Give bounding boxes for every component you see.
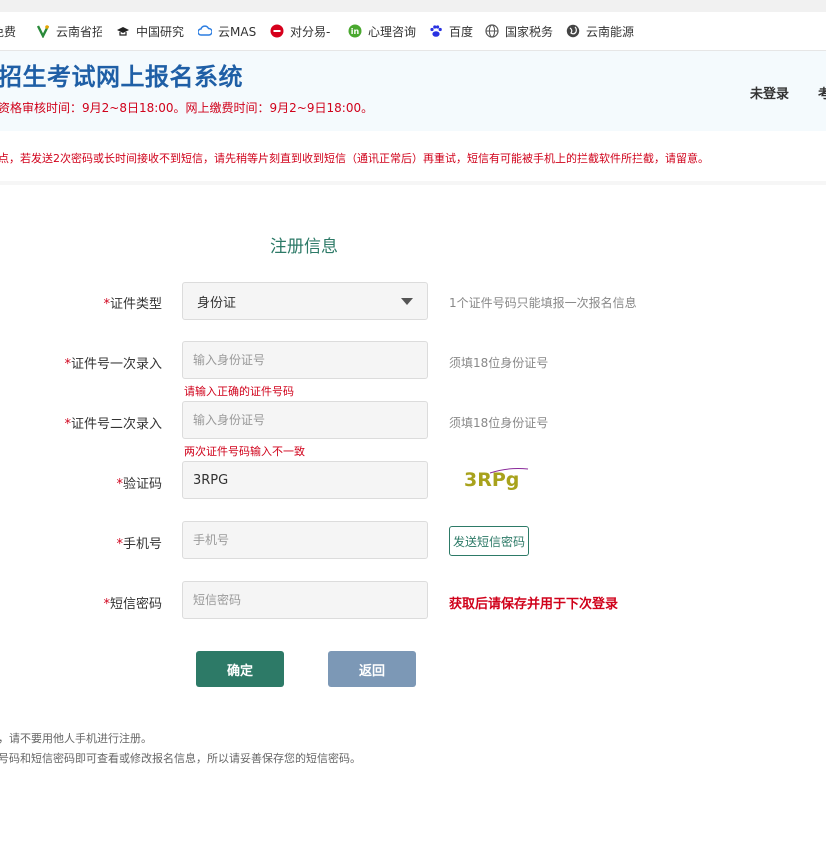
bookmark-0[interactable]: 免费 — [0, 12, 22, 50]
id-second-error: 两次证件号码输入不一致 — [184, 445, 305, 458]
bookmark-6[interactable]: 百度 — [429, 12, 477, 50]
schedule-notice: 资格审核时间：9月2~8日18:00。网上缴费时间：9月2~9日18:00。 — [0, 101, 374, 115]
chevron-down-icon — [401, 297, 413, 305]
green-in-logo-icon: in — [348, 24, 362, 38]
bookmark-label: 云南省招 — [56, 24, 102, 39]
phone-input[interactable] — [182, 521, 428, 559]
bookmark-2[interactable]: 中国研究 — [116, 12, 184, 50]
bookmark-label: 免费 — [0, 24, 17, 39]
globe-dark-icon — [566, 24, 580, 38]
form-title: 注册信息 — [270, 237, 338, 257]
red-circle-logo-icon — [270, 24, 284, 38]
bookmarks-bar: 免费 云南省招 中国研究 云MAS 对分易- in 心理咨询 百度 — [0, 12, 826, 51]
id-type-select[interactable]: 身份证 — [182, 282, 428, 320]
id-first-input[interactable] — [182, 341, 428, 379]
id-type-value: 身份证 — [197, 295, 237, 311]
id-type-label: *证件类型 — [103, 297, 162, 312]
svg-text:in: in — [351, 27, 360, 36]
sms-notice-bar: 点，若发送2次密码或长时间接收不到短信，请先稍等片刻直到收到短信（通讯正常后）再… — [0, 131, 826, 182]
bookmark-4[interactable]: 对分易- — [270, 12, 336, 50]
footer-note-1: ，请不要用他人手机进行注册。 — [0, 732, 152, 745]
login-status[interactable]: 未登录 — [750, 83, 789, 102]
sms-save-warning: 获取后请保存并用于下次登录 — [449, 597, 619, 612]
browser-top-strip — [0, 0, 826, 12]
bookmark-3[interactable]: 云MAS — [198, 12, 258, 50]
bookmark-8[interactable]: 云南能源 — [566, 12, 634, 50]
id-second-hint: 须填18位身份证号 — [449, 416, 549, 430]
captcha-input[interactable] — [182, 461, 428, 499]
footer-note-2: 号码和短信密码即可查看或修改报名信息，所以请妥善保存您的短信密码。 — [0, 752, 361, 765]
bookmark-label: 国家税务 — [505, 24, 553, 39]
id-first-error: 请输入正确的证件号码 — [184, 385, 294, 398]
paw-icon — [429, 24, 443, 38]
bookmark-7[interactable]: 国家税务 — [485, 12, 553, 50]
id-second-label: *证件号二次录入 — [64, 417, 162, 432]
id-first-hint: 须填18位身份证号 — [449, 356, 549, 370]
confirm-button[interactable]: 确定 — [196, 651, 284, 687]
back-button[interactable]: 返回 — [328, 651, 416, 687]
sms-code-label: *短信密码 — [103, 597, 162, 612]
bookmark-label: 心理咨询 — [368, 24, 416, 39]
cloud-icon — [198, 24, 212, 38]
bookmark-label: 百度 — [449, 24, 474, 39]
bookmark-5[interactable]: in 心理咨询 — [348, 12, 416, 50]
phone-label: *手机号 — [116, 537, 162, 552]
bookmark-1[interactable]: 云南省招 — [36, 12, 102, 50]
divider — [0, 181, 826, 185]
id-type-hint: 1个证件号码只能填报一次报名信息 — [449, 296, 637, 310]
bookmark-label: 云南能源 — [586, 24, 634, 39]
header-nav-partial[interactable]: 考 — [818, 83, 826, 102]
send-sms-button[interactable]: 发送短信密码 — [449, 526, 529, 556]
captcha-label: *验证码 — [116, 477, 162, 492]
leaf-logo-icon — [36, 24, 50, 38]
site-header: 招生考试网上报名系统 资格审核时间：9月2~8日18:00。网上缴费时间：9月2… — [0, 51, 826, 131]
bookmark-label: 中国研究 — [136, 24, 184, 39]
bookmark-label: 云MAS — [218, 24, 257, 39]
bookmark-label: 对分易- — [290, 24, 331, 39]
id-second-input[interactable] — [182, 401, 428, 439]
graduation-cap-icon — [116, 24, 130, 38]
globe-icon — [485, 24, 499, 38]
site-title: 招生考试网上报名系统 — [0, 63, 243, 91]
id-first-label: *证件号一次录入 — [64, 357, 162, 372]
sms-notice-text: 点，若发送2次密码或长时间接收不到短信，请先稍等片刻直到收到短信（通讯正常后）再… — [0, 152, 709, 165]
captcha-image[interactable]: 3RPg — [462, 465, 532, 493]
sms-code-input[interactable] — [182, 581, 428, 619]
